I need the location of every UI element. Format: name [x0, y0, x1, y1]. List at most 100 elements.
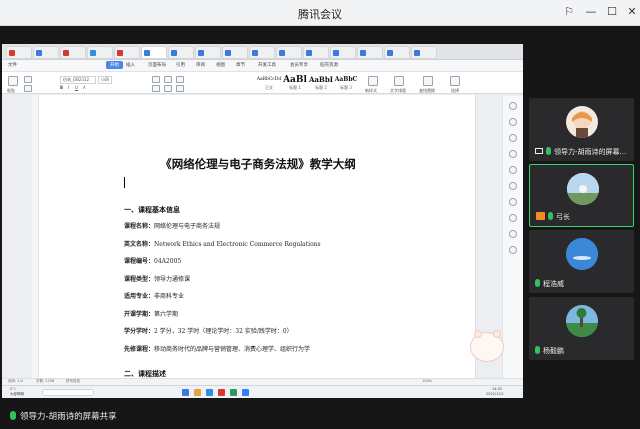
document-tab-icon	[36, 50, 42, 56]
wps-ribbon: 粘贴 仿宋_GB2312 小四 B I U A AaBbCcDd 正文 AaBl 标…	[2, 72, 523, 94]
close-icon[interactable]: ✕	[623, 4, 640, 20]
menu-item[interactable]: 开发工具	[258, 62, 276, 68]
participant-tile[interactable]: 杨毅鹏	[529, 297, 634, 360]
format-painter-icon[interactable]	[24, 85, 32, 92]
panel-tool-icon[interactable]	[509, 134, 517, 142]
info-row: 学分学时：2 学分，32 学时（理论学时：32 实验/践学时：0）	[124, 326, 293, 335]
participant-tile[interactable]: 程浩威	[529, 230, 634, 293]
bullet-list-icon[interactable]	[152, 76, 160, 83]
document-tab[interactable]	[222, 46, 248, 59]
zoom-level[interactable]: 150%	[422, 379, 432, 383]
new-style-icon[interactable]	[368, 76, 378, 86]
maximize-icon[interactable]: ☐	[603, 4, 621, 20]
minimize-icon[interactable]: —	[582, 4, 600, 20]
document-tab[interactable]	[195, 46, 221, 59]
text-tools-icon[interactable]	[394, 76, 404, 86]
underline-icon[interactable]: U	[75, 85, 78, 90]
panel-tool-icon[interactable]	[509, 214, 517, 222]
document-tab[interactable]	[357, 46, 383, 59]
document-tab[interactable]	[6, 46, 32, 59]
participant-name: 杨毅鹏	[535, 346, 564, 356]
wps-icon[interactable]	[218, 389, 225, 396]
document-tab[interactable]	[168, 46, 194, 59]
participant-name: 程浩威	[535, 279, 564, 289]
document-tab[interactable]	[303, 46, 329, 59]
menu-item[interactable]: 审阅	[196, 62, 205, 68]
participant-tile[interactable]: 弓长	[529, 164, 634, 227]
cut-icon[interactable]	[24, 76, 32, 83]
wechat-icon[interactable]	[230, 389, 237, 396]
menu-item[interactable]: 插入	[126, 62, 135, 68]
document-tab-icon	[198, 50, 204, 56]
assistant-mascot-icon[interactable]	[470, 330, 504, 362]
document-tab[interactable]	[141, 46, 167, 59]
participant-tile[interactable]: 领导力-胡雨诗的屏幕...	[529, 98, 634, 161]
align-center-icon[interactable]	[164, 85, 172, 92]
document-tab-icon	[63, 50, 69, 56]
style-heading-1[interactable]: AaBl 标题 1	[282, 75, 308, 91]
avatar	[566, 238, 598, 270]
document-tab[interactable]	[60, 46, 86, 59]
style-heading-3[interactable]: AaBbC 标题 3	[333, 75, 359, 91]
document-tab[interactable]	[87, 46, 113, 59]
document-page[interactable]: 《网络伦理与电子商务法规》教学大纲 一、课程基本信息 课程名称：网络伦理与电子商…	[38, 95, 476, 378]
avatar	[566, 106, 598, 138]
document-tab[interactable]	[114, 46, 140, 59]
meeting-icon[interactable]	[242, 389, 249, 396]
edge-icon[interactable]	[206, 389, 213, 396]
menu-item[interactable]: 稻壳资源	[320, 62, 338, 68]
document-tab[interactable]	[411, 46, 437, 59]
document-tab[interactable]	[276, 46, 302, 59]
document-area: 《网络伦理与电子商务法规》教学大纲 一、课程基本信息 课程名称：网络伦理与电子商…	[2, 95, 523, 378]
align-left-icon[interactable]	[152, 85, 160, 92]
indent-icon[interactable]	[176, 76, 184, 83]
menu-item[interactable]: 页面布局	[148, 62, 166, 68]
font-color-icon[interactable]: A	[83, 85, 86, 90]
panel-tool-icon[interactable]	[509, 118, 517, 126]
taskbar-search[interactable]	[42, 389, 94, 396]
select-icon[interactable]	[450, 76, 460, 86]
explorer-icon[interactable]	[194, 389, 201, 396]
style-heading-2[interactable]: AaBbI 标题 2	[308, 75, 334, 91]
find-replace-icon[interactable]	[423, 76, 433, 86]
document-tab[interactable]	[384, 46, 410, 59]
font-name-select[interactable]: 仿宋_GB2312	[60, 76, 96, 84]
panel-tool-icon[interactable]	[509, 198, 517, 206]
info-label: 先修课程：	[124, 345, 155, 353]
menu-item[interactable]: 引用	[176, 62, 185, 68]
bold-icon[interactable]: B	[60, 85, 63, 90]
document-tab[interactable]	[330, 46, 356, 59]
menu-item[interactable]: 视图	[216, 62, 225, 68]
paste-icon[interactable]	[8, 76, 18, 86]
panel-tool-icon[interactable]	[509, 182, 517, 190]
mic-icon	[546, 147, 551, 155]
wps-status-bar: 页码: 1/4 字数: 1706 拼写检查 150%	[2, 378, 523, 385]
panel-tool-icon[interactable]	[509, 102, 517, 110]
align-right-icon[interactable]	[176, 85, 184, 92]
font-size-select[interactable]: 小四	[98, 76, 112, 84]
info-row: 课程编号：04A2005	[124, 256, 181, 265]
spell-check[interactable]: 拼写检查	[66, 379, 80, 384]
screen-share-icon	[535, 148, 543, 154]
panel-tool-icon[interactable]	[509, 150, 517, 158]
style-normal[interactable]: AaBbCcDd 正文	[256, 75, 282, 91]
number-list-icon[interactable]	[164, 76, 172, 83]
menu-item[interactable]: 开始	[106, 61, 123, 69]
pin-icon[interactable]: ⚐	[560, 4, 578, 20]
menu-item[interactable]: 文件	[8, 62, 17, 68]
start-icon[interactable]	[182, 389, 189, 396]
paste-label: 粘贴	[7, 88, 15, 93]
document-tab[interactable]	[33, 46, 59, 59]
italic-icon[interactable]: I	[68, 85, 69, 90]
info-value: 非商科专业	[154, 293, 185, 300]
info-row: 开课学期：第六学期	[124, 309, 178, 318]
mic-icon	[10, 411, 16, 420]
panel-tool-icon[interactable]	[509, 230, 517, 238]
menu-item[interactable]: 章节	[236, 62, 245, 68]
panel-tool-icon[interactable]	[509, 246, 517, 254]
panel-tool-icon[interactable]	[509, 166, 517, 174]
document-tab-icon	[360, 50, 366, 56]
document-tab[interactable]	[249, 46, 275, 59]
mic-icon	[535, 279, 540, 287]
menu-item[interactable]: 会员专享	[290, 62, 308, 68]
